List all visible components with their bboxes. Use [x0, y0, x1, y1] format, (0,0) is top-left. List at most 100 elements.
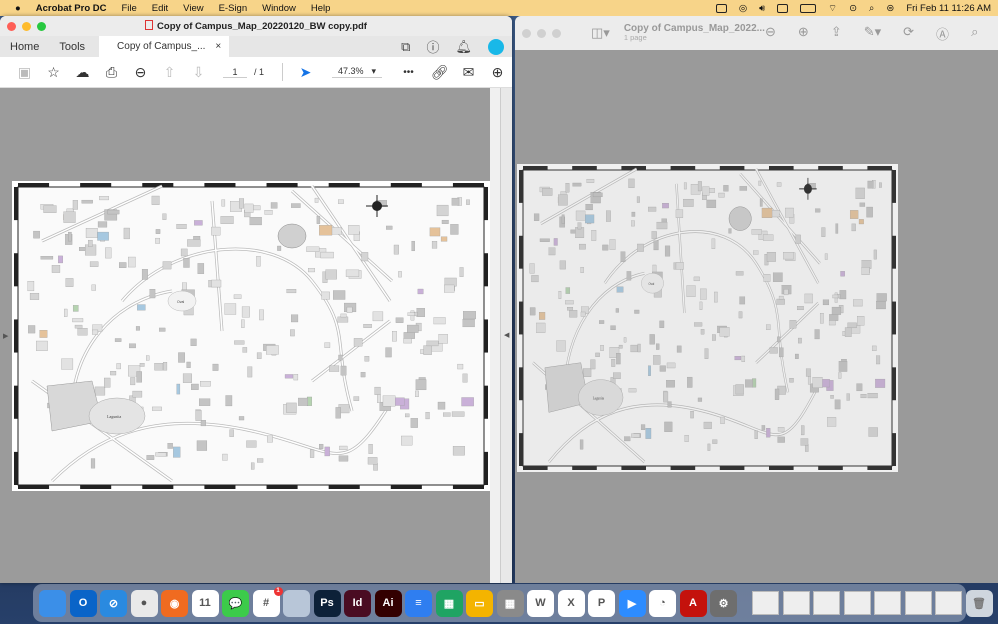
add-user-icon[interactable]: ⊕ — [483, 64, 512, 81]
clock[interactable]: Fri Feb 11 11:26 AM — [906, 3, 991, 14]
annotate-icon[interactable]: Ⓐ — [936, 24, 949, 43]
building — [330, 227, 342, 235]
close-tab-icon[interactable]: × — [215, 41, 221, 52]
select-cursor-icon[interactable]: ➤ — [291, 64, 320, 81]
email-icon[interactable]: ✉ — [454, 64, 483, 81]
dock-google-slides[interactable]: ▭ — [466, 589, 493, 617]
dock-outlook[interactable]: O — [69, 589, 97, 617]
zoom-window-button[interactable] — [37, 21, 46, 31]
menu-app-name[interactable]: Acrobat Pro DC — [36, 3, 107, 14]
menu-edit[interactable]: Edit — [152, 3, 168, 14]
star-icon[interactable]: ☆ — [39, 64, 68, 81]
bell-icon[interactable]: 🔔︎ — [455, 39, 472, 55]
dock-illustrator[interactable]: Ai — [374, 589, 402, 617]
markup-pen-icon[interactable]: ✎▾ — [864, 24, 881, 43]
share-review-icon[interactable]: ⧉ — [401, 39, 410, 55]
sidebar-toggle-icon[interactable]: ◫▾ — [591, 25, 610, 41]
menu-esign[interactable]: E-Sign — [219, 3, 248, 14]
battery-icon[interactable] — [800, 3, 817, 13]
apple-icon[interactable]: ● — [15, 3, 21, 14]
minimized-window[interactable] — [904, 591, 932, 615]
dock-acrobat[interactable]: A — [679, 589, 707, 617]
minimize-window-button[interactable] — [537, 28, 546, 38]
minimized-window[interactable] — [874, 591, 901, 615]
user-icon[interactable]: ⊙ — [849, 3, 857, 14]
building — [694, 322, 703, 327]
tab-home[interactable]: Home — [0, 41, 49, 53]
zoom-window-button[interactable] — [552, 28, 561, 38]
zoom-select[interactable]: 47.3% ▾ — [332, 66, 383, 78]
print-icon[interactable]: ⎙ — [97, 64, 126, 81]
menu-window[interactable]: Window — [262, 3, 296, 14]
creative-cloud-icon[interactable]: ◎ — [739, 3, 747, 14]
dock-finder[interactable] — [39, 589, 66, 617]
link-icon[interactable]: 🔗︎ — [425, 64, 454, 81]
save-icon[interactable]: ▣ — [10, 64, 39, 81]
dock-calculator[interactable]: ▦ — [496, 589, 524, 617]
next-page-icon[interactable]: ⇩ — [184, 64, 213, 81]
dock-messages[interactable]: 💬 — [222, 589, 249, 617]
help-icon[interactable]: ⓘ — [426, 37, 439, 56]
menu-file[interactable]: File — [121, 3, 136, 14]
left-pane-toggle-icon[interactable]: ▶ — [3, 332, 8, 340]
building — [844, 327, 852, 337]
menu-view[interactable]: View — [183, 3, 203, 14]
control-center-icon[interactable]: ⊜ — [886, 3, 894, 14]
dock-google-docs[interactable]: ≡ — [405, 589, 432, 617]
building — [600, 345, 604, 351]
dock-safari[interactable]: ⊘ — [100, 589, 127, 617]
dock-trash[interactable]: 🗑︎ — [965, 589, 993, 617]
tray-app-icon[interactable] — [715, 3, 727, 13]
minimized-window[interactable] — [843, 591, 871, 615]
prev-page-icon[interactable]: ⇧ — [155, 64, 184, 81]
avatar[interactable] — [488, 38, 504, 55]
zoom-out-icon[interactable]: ⊖ — [765, 24, 776, 43]
dock-firefox[interactable]: ◉ — [161, 589, 188, 617]
dock-slack[interactable]: #1 — [252, 586, 283, 617]
more-tools-button[interactable]: ••• — [394, 67, 423, 78]
tab-document[interactable]: Copy of Campus_... × — [99, 36, 230, 57]
minimized-window[interactable] — [935, 591, 962, 615]
minimize-window-button[interactable] — [22, 21, 31, 31]
menu-help[interactable]: Help — [311, 3, 331, 14]
dock-preview[interactable] — [283, 589, 310, 617]
minimized-window[interactable] — [813, 591, 840, 615]
dock-word[interactable]: W — [527, 589, 554, 617]
volume-icon[interactable]: 🔊︎ — [759, 3, 765, 14]
right-pane-toggle[interactable]: ◀ — [500, 88, 512, 583]
building — [667, 401, 672, 408]
building — [72, 318, 84, 323]
display-icon[interactable] — [777, 3, 789, 13]
close-window-button[interactable] — [522, 28, 531, 38]
close-window-button[interactable] — [7, 21, 16, 31]
dock-calendar[interactable]: 11 — [191, 589, 219, 617]
page-number-input[interactable]: 1 — [223, 67, 247, 78]
dock-chrome[interactable]: ● — [130, 589, 158, 617]
search-icon[interactable]: ⌕ — [971, 24, 978, 43]
dock-excel[interactable]: X — [557, 589, 585, 617]
zoom-out-icon[interactable]: ⊖ — [126, 64, 155, 81]
dock-powerpoint[interactable]: P — [588, 589, 615, 617]
dock-google-sheets[interactable]: ▦ — [435, 589, 463, 617]
building — [618, 344, 623, 349]
minimized-window[interactable] — [782, 591, 810, 615]
dock-webex[interactable]: ◔ — [649, 589, 676, 617]
dock-photoshop[interactable]: Ps — [313, 589, 341, 617]
rotate-icon[interactable]: ⟳ — [903, 24, 914, 43]
grid-tick — [892, 367, 896, 401]
vertical-scrollbar[interactable] — [490, 88, 500, 583]
zoom-in-icon[interactable]: ⊕ — [798, 24, 809, 43]
tab-tools[interactable]: Tools — [49, 41, 95, 53]
share-icon[interactable]: ⇪ — [831, 24, 842, 43]
minimized-window[interactable] — [752, 591, 779, 615]
building — [309, 449, 315, 458]
building — [407, 312, 415, 316]
building — [416, 308, 425, 318]
document-viewport[interactable]: Lagunita Oval — [0, 88, 500, 583]
cloud-upload-icon[interactable]: ☁ — [68, 64, 97, 81]
spotlight-icon[interactable]: ⌕ — [869, 3, 874, 14]
wifi-icon[interactable]: ⌔ — [828, 3, 837, 14]
dock-indesign[interactable]: Id — [344, 589, 371, 617]
dock-system-preferences[interactable]: ⚙ — [710, 589, 737, 617]
dock-zoom[interactable]: ▶ — [618, 589, 646, 617]
